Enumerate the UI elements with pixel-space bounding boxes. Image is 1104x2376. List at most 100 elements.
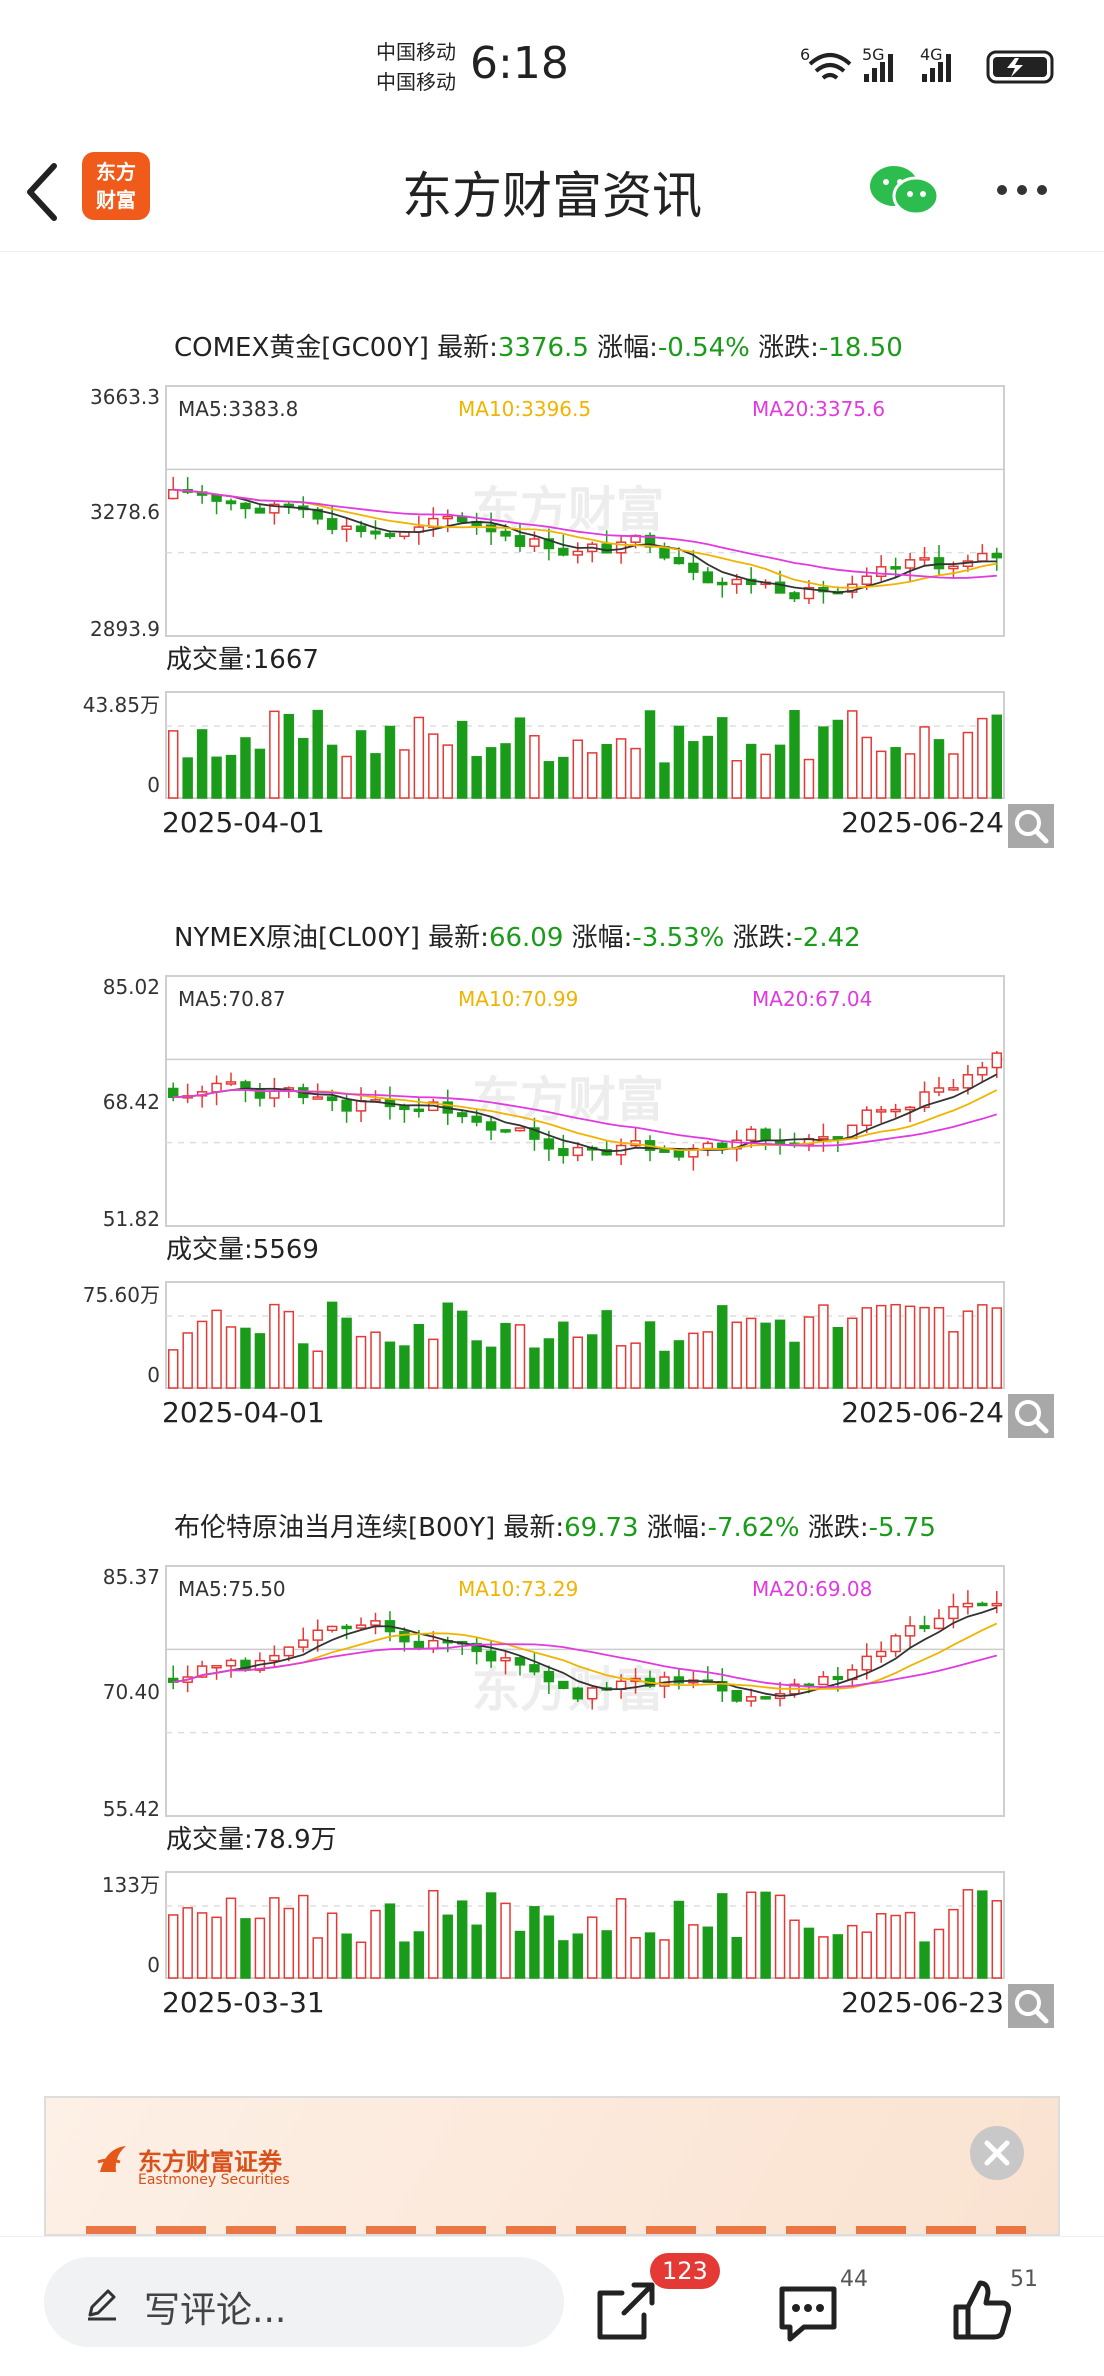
volume-bar: [948, 1908, 959, 1979]
ad-banner[interactable]: 东方财富证券 Eastmoney Securities: [44, 2096, 1060, 2236]
volume-bar: [196, 1912, 208, 1979]
volume-bar: [514, 1930, 526, 1979]
candle-body: [298, 1639, 309, 1648]
ma10-label: MA10:70.99: [458, 987, 578, 1011]
volume-bar: [399, 1345, 410, 1389]
comment-input[interactable]: 写评论...: [44, 2257, 564, 2347]
latest-value: 69.73: [564, 1513, 638, 1543]
volume-bar: [991, 1307, 1003, 1389]
zoom-button[interactable]: [1008, 1394, 1054, 1438]
candle-body: [919, 557, 930, 561]
volume-bar: [283, 713, 295, 799]
candle-body: [948, 1605, 959, 1620]
chart-card-wti-crude[interactable]: NYMEX原油[CL00Y] 最新:66.09 涨幅:-3.53% 涨跌:-2.…: [0, 910, 1104, 1470]
volume-bar: [933, 739, 945, 799]
volume-bar: [818, 726, 829, 799]
candle-body: [456, 1112, 468, 1118]
zoom-button[interactable]: [1008, 804, 1054, 848]
volume-bar: [442, 1302, 453, 1389]
volume-bar: [745, 1317, 757, 1389]
volume-bar: [543, 1915, 555, 1979]
volume-bar: [500, 743, 511, 799]
candle-body: [283, 1646, 295, 1657]
candle-body: [558, 547, 569, 556]
candle-body: [543, 1670, 555, 1683]
volume-bar: [428, 1889, 439, 1979]
volume-bar: [977, 1304, 988, 1389]
candle-body: [558, 1148, 569, 1157]
more-menu-icon[interactable]: [994, 180, 1054, 200]
volume-bar: [630, 1342, 641, 1389]
volume-tick-top: 43.85万: [83, 693, 160, 717]
candle-body: [384, 533, 396, 538]
candle-body: [789, 592, 800, 600]
volume-bar: [904, 1911, 916, 1979]
chart-card-brent-crude[interactable]: 布伦特原油当月连续[B00Y] 最新:69.73 涨幅:-7.62% 涨跌:-5…: [0, 1500, 1104, 2060]
volume-bar: [630, 1936, 641, 1979]
pct-value: -7.62%: [708, 1513, 800, 1543]
bottom-action-bar: 写评论... 123 44 51: [0, 2236, 1104, 2376]
volume-bar: [529, 1347, 540, 1389]
candle-body: [558, 1680, 569, 1690]
status-bar: 中国移动 中国移动 6:18 6 5G 4G: [0, 0, 1104, 130]
ad-close-button[interactable]: [970, 2126, 1024, 2180]
volume-bar: [904, 1305, 916, 1389]
candle-body: [355, 525, 367, 533]
ma5-label: MA5:70.87: [178, 987, 286, 1011]
volume-bar: [312, 709, 323, 799]
wifi-icon: [808, 53, 852, 80]
latest-value: 66.09: [489, 923, 563, 953]
y-tick-label: 51.82: [103, 1207, 160, 1231]
net-6-label: 6: [800, 45, 810, 64]
candle-body: [500, 1129, 511, 1133]
volume-bar: [240, 737, 251, 799]
volume-bar: [659, 1350, 670, 1389]
volume-bar: [962, 731, 974, 799]
chart-card-gold[interactable]: COMEX黄金[GC00Y] 最新:3376.5 涨幅:-0.54% 涨跌:-1…: [0, 320, 1104, 880]
candle-body: [832, 1675, 844, 1681]
pct-label: 涨幅:: [563, 923, 632, 953]
volume-bar: [370, 1331, 381, 1389]
volume-bar: [442, 744, 453, 799]
candle-body: [861, 575, 872, 585]
candle-body: [760, 1128, 771, 1142]
volume-bar: [774, 1319, 786, 1389]
y-tick-label: 85.02: [103, 975, 160, 999]
volume-bar: [283, 1310, 295, 1389]
candle-body: [269, 1090, 280, 1099]
candle-body: [355, 1624, 367, 1629]
volume-bar: [167, 1349, 179, 1389]
share-icon[interactable]: [594, 2279, 658, 2343]
volume-bar: [586, 1334, 598, 1389]
y-tick-label: 68.42: [103, 1090, 160, 1114]
volume-bar: [558, 756, 569, 799]
volume-bar: [789, 1919, 800, 1979]
volume-bar: [298, 737, 309, 799]
candle-body: [225, 500, 237, 505]
candle-body: [240, 502, 251, 510]
candle-body: [413, 1108, 425, 1113]
volume-bar: [341, 755, 352, 799]
candle-body: [485, 1121, 497, 1131]
candle-body: [529, 538, 540, 547]
candle-body: [731, 578, 742, 585]
wechat-share-icon[interactable]: [868, 160, 940, 220]
latest-label: 最新:: [420, 923, 489, 953]
candle-body: [933, 557, 945, 570]
volume-bar: [269, 1897, 280, 1979]
candle-body: [991, 1602, 1003, 1607]
y-tick-label: 55.42: [103, 1797, 160, 1821]
zoom-button[interactable]: [1008, 1984, 1054, 2028]
candle-body: [514, 1657, 526, 1666]
volume-bar: [601, 1310, 612, 1389]
candle-body: [326, 1096, 338, 1102]
volume-bar: [182, 1332, 193, 1389]
volume-bar: [442, 1914, 453, 1979]
comment-icon[interactable]: [776, 2281, 840, 2345]
like-thumb-icon[interactable]: [950, 2277, 1014, 2343]
volume-bar: [211, 1309, 222, 1389]
volume-bar: [167, 730, 179, 799]
y-tick-label: 2893.9: [90, 617, 160, 641]
candle-body: [760, 1696, 771, 1700]
volume-tick-top: 133万: [102, 1873, 160, 1897]
